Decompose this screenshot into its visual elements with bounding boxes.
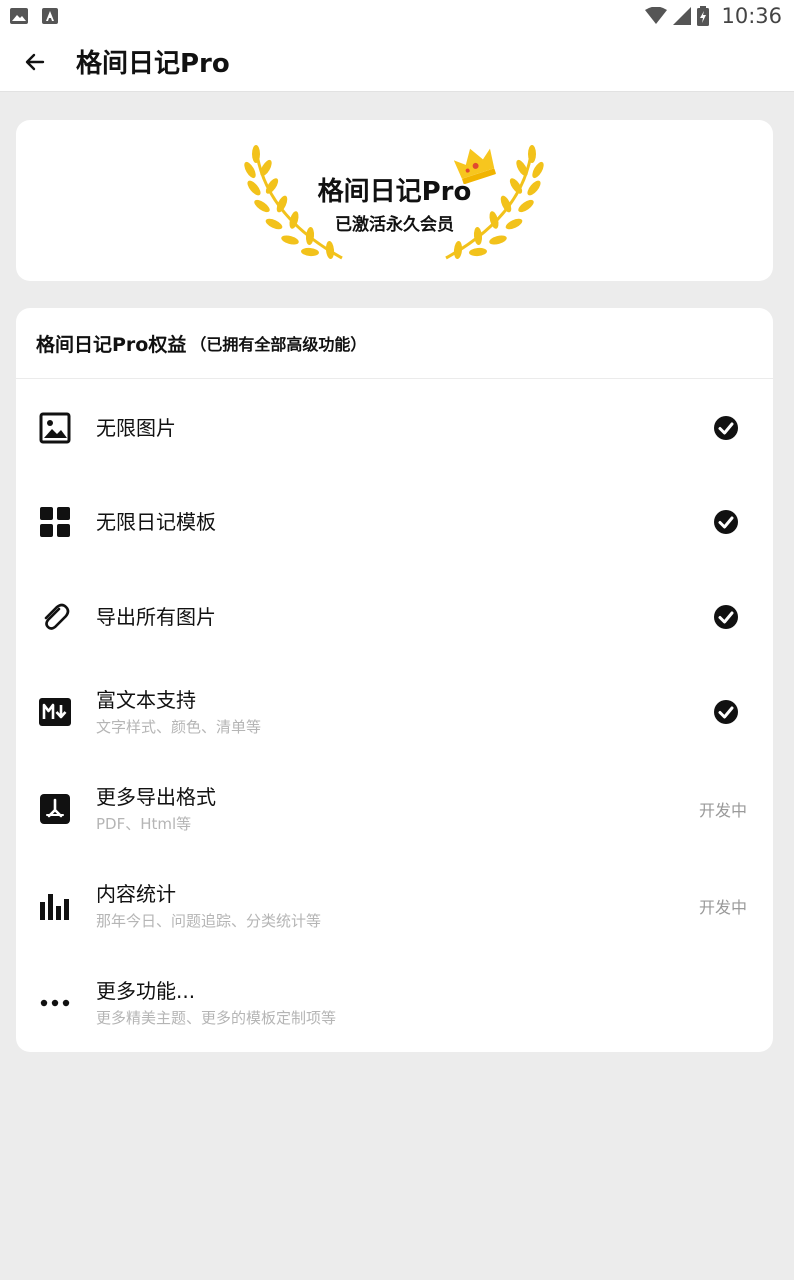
benefit-subtitle: 更多精美主题、更多的模板定制项等 xyxy=(96,1009,337,1027)
arrow-left-icon xyxy=(25,53,45,70)
status-bar: 10:36 xyxy=(0,0,794,32)
benefit-text: 无限日记模板 xyxy=(96,508,216,536)
benefit-subtitle: 文字样式、颜色、清单等 xyxy=(96,718,262,736)
benefit-row-export-formats[interactable]: 更多导出格式 PDF、Html等 开发中 xyxy=(16,761,773,857)
benefit-text: 内容统计 那年今日、问题追踪、分类统计等 xyxy=(96,880,321,932)
badge-subtitle: 已激活永久会员 xyxy=(335,215,454,235)
status-in-development: 开发中 xyxy=(698,898,747,917)
battery-icon xyxy=(697,6,710,26)
wifi-icon xyxy=(645,7,668,24)
grid-icon xyxy=(38,505,72,539)
benefit-row-rich-text[interactable]: 富文本支持 文字样式、颜色、清单等 xyxy=(16,664,773,760)
more-icon xyxy=(38,986,72,1020)
benefit-label: 无限日记模板 xyxy=(96,510,216,534)
check-circle-icon xyxy=(714,605,738,629)
benefits-card: 格间日记Pro权益 （已拥有全部高级功能） 无限图片 无限日记模板 导出所有图片… xyxy=(16,308,773,1052)
benefits-header: 格间日记Pro权益 （已拥有全部高级功能） xyxy=(16,308,773,379)
image-icon xyxy=(38,411,72,445)
benefit-row-content-stats[interactable]: 内容统计 那年今日、问题追踪、分类统计等 开发中 xyxy=(16,858,773,954)
app-notification-icon xyxy=(42,8,58,24)
benefit-text: 无限图片 xyxy=(96,414,176,442)
status-notifications xyxy=(10,8,58,24)
check-circle-icon xyxy=(714,416,738,440)
benefit-text: 富文本支持 文字样式、颜色、清单等 xyxy=(96,686,261,738)
benefit-label: 导出所有图片 xyxy=(96,605,216,629)
paperclip-icon xyxy=(38,600,72,634)
benefit-subtitle: 那年今日、问题追踪、分类统计等 xyxy=(96,912,322,930)
back-button[interactable] xyxy=(0,32,70,92)
benefit-row-unlimited-templates[interactable]: 无限日记模板 xyxy=(16,474,773,570)
benefits-note: （已拥有全部高级功能） xyxy=(190,335,367,354)
benefit-row-unlimited-images[interactable]: 无限图片 xyxy=(16,380,773,476)
badge-title: 格间日记Pro xyxy=(317,177,472,207)
cell-signal-icon xyxy=(673,7,692,25)
benefit-label: 无限图片 xyxy=(96,416,176,440)
membership-badge-card: 格间日记Pro 已激活永久会员 xyxy=(16,120,773,281)
benefit-label: 更多导出格式 xyxy=(96,785,216,809)
markdown-icon xyxy=(38,695,72,729)
benefit-label: 更多功能... xyxy=(96,979,196,1003)
benefit-text: 更多导出格式 PDF、Html等 xyxy=(96,783,216,835)
bar-chart-icon xyxy=(38,889,72,923)
pdf-icon xyxy=(38,792,72,826)
check-circle-icon xyxy=(714,700,738,724)
status-indicators: 10:36 xyxy=(645,4,782,28)
benefits-title: 格间日记Pro权益 xyxy=(36,333,187,356)
benefit-text: 导出所有图片 xyxy=(96,603,216,631)
status-time: 10:36 xyxy=(721,4,782,28)
check-circle-icon xyxy=(714,510,738,534)
benefit-row-more-features[interactable]: 更多功能... 更多精美主题、更多的模板定制项等 xyxy=(16,955,773,1051)
page-title: 格间日记Pro xyxy=(76,49,230,79)
status-in-development: 开发中 xyxy=(698,801,747,820)
benefit-text: 更多功能... 更多精美主题、更多的模板定制项等 xyxy=(96,977,336,1029)
gallery-notification-icon xyxy=(10,8,28,24)
benefit-label: 富文本支持 xyxy=(96,688,196,712)
benefit-subtitle: PDF、Html等 xyxy=(96,815,192,833)
benefit-label: 内容统计 xyxy=(96,882,176,906)
benefit-row-export-images[interactable]: 导出所有图片 xyxy=(16,569,773,665)
app-bar: 格间日记Pro xyxy=(0,32,794,92)
